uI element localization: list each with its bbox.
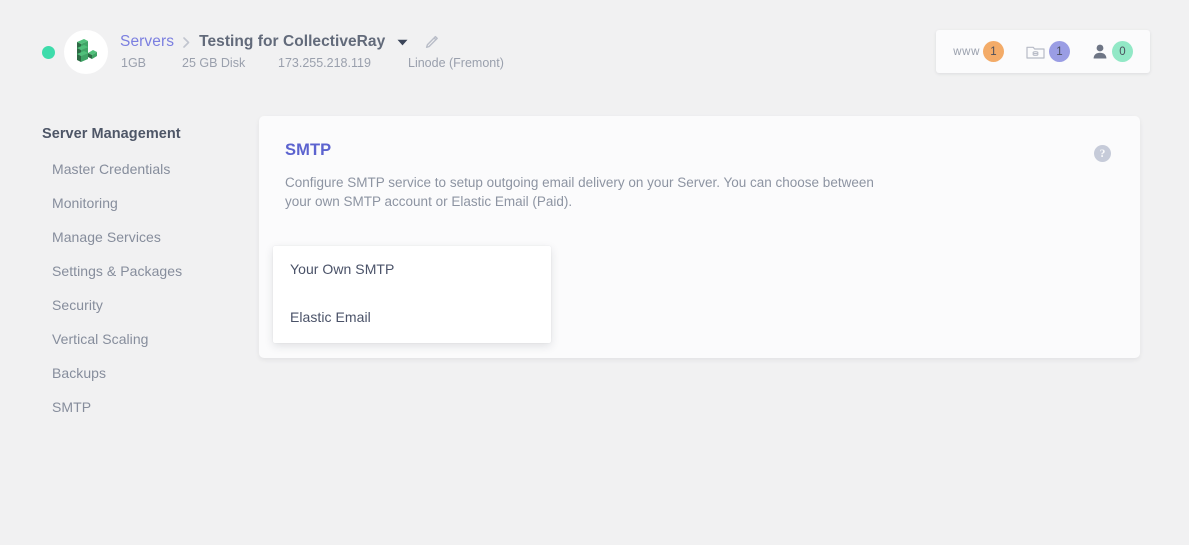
databases-count-badge: 1 [1049,41,1070,62]
breadcrumb-servers-link[interactable]: Servers [120,33,174,51]
smtp-description: Configure SMTP service to setup outgoing… [285,175,874,209]
sidebar-item-master-credentials[interactable]: Master Credentials [42,152,242,186]
sidebar-list: Master Credentials Monitoring Manage Ser… [42,152,242,424]
server-ip: 173.255.218.119 [278,56,371,70]
database-folder-icon [1026,44,1045,60]
dropdown-option-elastic-email[interactable]: Elastic Email [273,300,551,334]
smtp-provider-dropdown: Your Own SMTP Elastic Email [273,246,551,343]
server-avatar [64,30,108,74]
sidebar-item-backups[interactable]: Backups [42,356,242,390]
breadcrumb: Servers Testing for CollectiveRay [120,31,439,53]
chevron-down-icon[interactable] [397,39,408,46]
server-meta: 1GB 25 GB Disk 173.255.218.119 Linode (F… [121,56,504,70]
server-disk: 25 GB Disk [182,56,246,70]
sidebar-title: Server Management [42,126,181,142]
users-count-badge: 0 [1112,41,1133,62]
page-title: SMTP [285,141,332,159]
sidebar-item-manage-services[interactable]: Manage Services [42,220,242,254]
server-blocks-logo-icon [73,38,99,66]
server-provider: Linode (Fremont) [408,56,504,70]
sidebar-item-smtp[interactable]: SMTP [42,390,242,424]
breadcrumb-separator-icon [183,36,190,48]
page-header: Servers Testing for CollectiveRay 1GB 25… [0,0,1189,103]
pencil-icon[interactable] [424,35,439,50]
apps-count-badge: 1 [983,41,1004,62]
resource-counters: www 1 1 0 [936,30,1150,73]
sidebar-item-monitoring[interactable]: Monitoring [42,186,242,220]
apps-counter[interactable]: www 1 [953,41,1004,62]
breadcrumb-current-server: Testing for CollectiveRay [199,33,386,50]
server-ram: 1GB [121,56,147,70]
sidebar-item-settings-packages[interactable]: Settings & Packages [42,254,242,288]
question-mark-icon[interactable]: ? [1094,145,1111,162]
server-status-dot [42,46,55,59]
databases-counter[interactable]: 1 [1026,41,1070,62]
sidebar-item-vertical-scaling[interactable]: Vertical Scaling [42,322,242,356]
server-management-sidebar: Server Management Master Credentials Mon… [42,126,242,424]
users-counter[interactable]: 0 [1092,41,1133,62]
www-text-icon: www [953,45,980,58]
dropdown-option-your-own-smtp[interactable]: Your Own SMTP [273,255,551,286]
user-icon [1092,43,1108,60]
sidebar-item-security[interactable]: Security [42,288,242,322]
